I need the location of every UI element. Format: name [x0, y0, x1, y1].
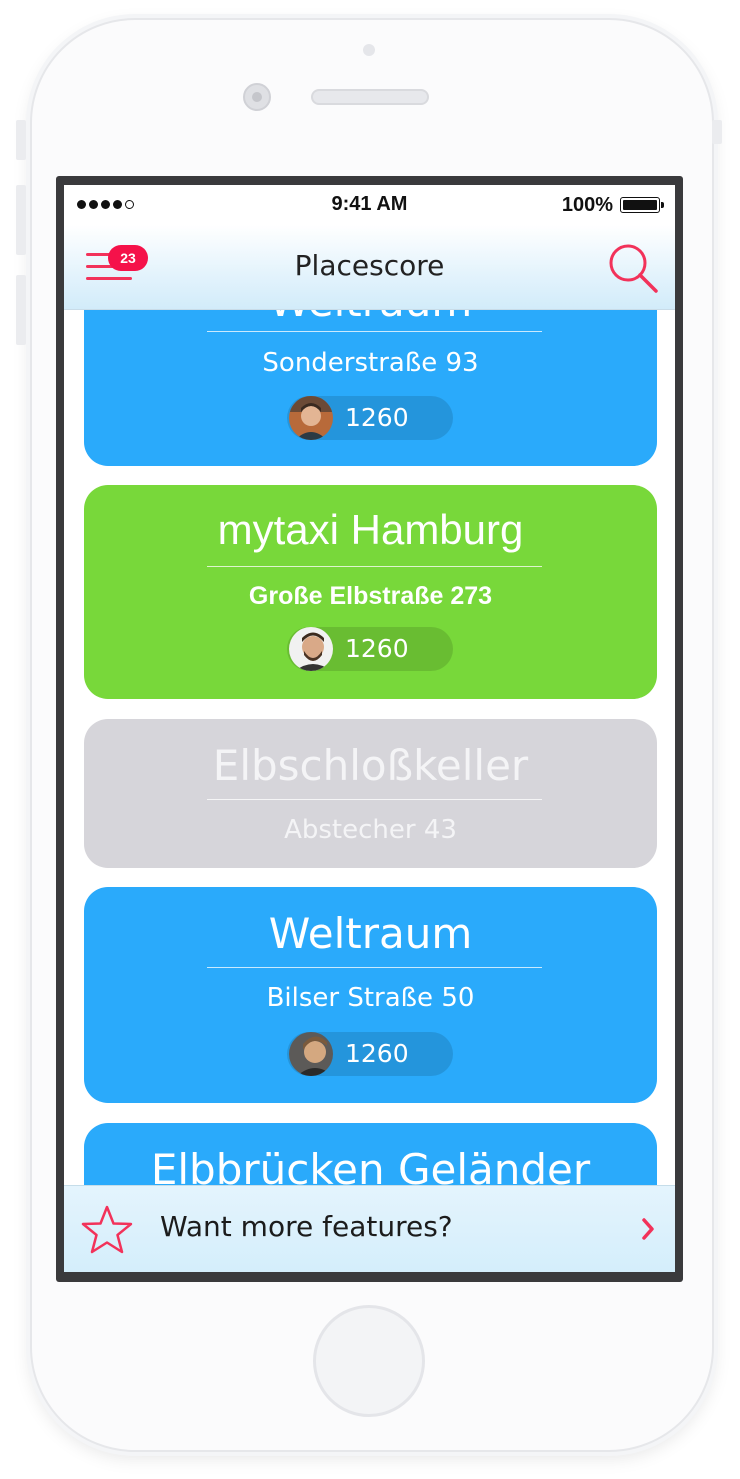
- score-pill[interactable]: 1260: [287, 396, 453, 440]
- phone-side-button: [16, 120, 26, 160]
- place-address: Sonderstraße 93: [262, 348, 479, 378]
- battery-icon: [620, 197, 664, 213]
- search-icon: [609, 244, 658, 293]
- star-icon: [81, 1205, 133, 1254]
- score-value: 1260: [345, 1039, 409, 1068]
- search-button[interactable]: [606, 241, 660, 295]
- place-list[interactable]: Weltraum Sonderstraße 93 1260 mytaxi H: [64, 185, 675, 1272]
- status-bar: 9:41 AM 100%: [64, 185, 675, 225]
- page-title: Placescore: [294, 249, 445, 282]
- place-address: Große Elbstraße 273: [248, 582, 493, 610]
- navigation-bar: 23 Placescore: [64, 225, 675, 310]
- score-pill[interactable]: 1260: [287, 627, 453, 671]
- score-pill[interactable]: 1260: [287, 1032, 453, 1076]
- card-divider: [207, 799, 542, 800]
- chevron-right-icon: [642, 1218, 654, 1240]
- card-divider: [207, 967, 542, 968]
- card-divider: [207, 331, 542, 332]
- battery-percentage: 100%: [561, 194, 613, 216]
- avatar: [289, 627, 333, 671]
- score-value: 1260: [345, 634, 409, 663]
- phone-side-button: [712, 120, 722, 144]
- avatar: [289, 396, 333, 440]
- upgrade-banner[interactable]: Want more features?: [64, 1185, 675, 1272]
- upgrade-text: Want more features?: [160, 1210, 453, 1243]
- home-button[interactable]: [313, 1305, 425, 1417]
- front-camera: [243, 83, 271, 111]
- place-address: Bilser Straße 50: [266, 983, 475, 1013]
- card-divider: [207, 566, 542, 567]
- place-title: Elbschloßkeller: [212, 741, 529, 790]
- phone-side-button: [16, 185, 26, 255]
- place-card[interactable]: mytaxi Hamburg Große Elbstraße 273 1260: [84, 485, 657, 699]
- place-address: Abstecher 43: [284, 815, 457, 845]
- place-title: mytaxi Hamburg: [217, 506, 524, 553]
- earpiece-speaker: [311, 89, 429, 105]
- place-card[interactable]: Elbschloßkeller Abstecher 43: [84, 719, 657, 868]
- place-title: Weltraum: [268, 909, 473, 958]
- proximity-sensor: [363, 44, 375, 56]
- app-screen: Weltraum Sonderstraße 93 1260 mytaxi H: [64, 185, 675, 1272]
- avatar: [289, 1032, 333, 1076]
- phone-side-button: [16, 275, 26, 345]
- place-card[interactable]: Weltraum Bilser Straße 50 1260: [84, 887, 657, 1103]
- score-value: 1260: [345, 403, 409, 432]
